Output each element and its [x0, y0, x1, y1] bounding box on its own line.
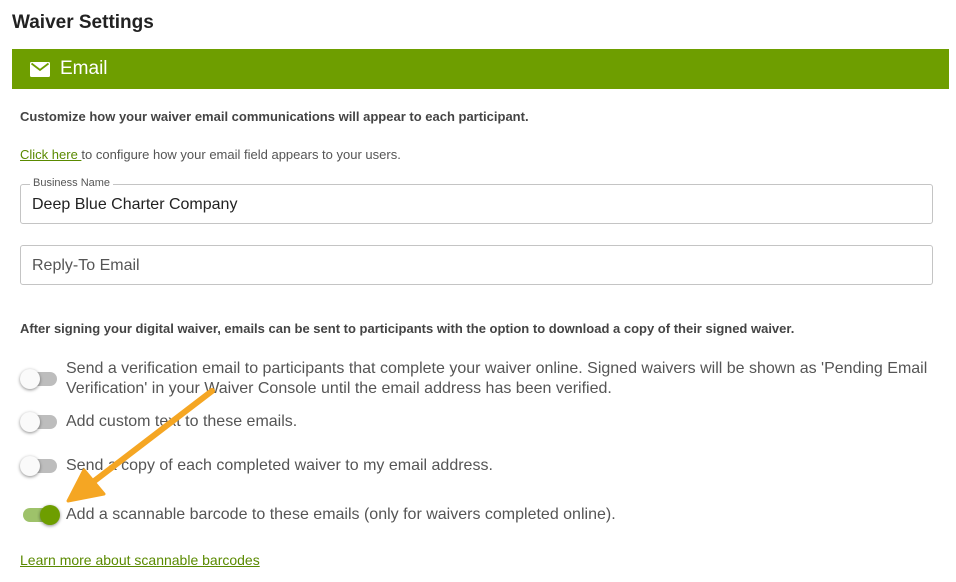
email-section-header: Email: [12, 49, 949, 89]
verification-email-toggle[interactable]: [20, 369, 60, 389]
config-link-line: Click here to configure how your email f…: [20, 147, 401, 162]
config-link-text: to configure how your email field appear…: [81, 147, 401, 162]
business-name-field[interactable]: Business Name Deep Blue Charter Company: [20, 177, 933, 224]
reply-to-email-placeholder[interactable]: Reply-To Email: [32, 257, 140, 275]
learn-more-barcodes-link[interactable]: Learn more about scannable barcodes: [20, 552, 260, 568]
barcode-toggle[interactable]: [20, 505, 60, 525]
reply-to-email-field[interactable]: Reply-To Email: [20, 245, 933, 285]
section-title: Email: [60, 58, 108, 79]
custom-text-label: Add custom text to these emails.: [66, 413, 298, 430]
business-name-label: Business Name: [30, 177, 114, 189]
send-copy-option: Send a copy of each completed waiver to …: [20, 456, 493, 476]
send-copy-toggle[interactable]: [20, 456, 60, 476]
barcode-label: Add a scannable barcode to these emails …: [66, 506, 616, 523]
send-copy-label: Send a copy of each completed waiver to …: [66, 457, 493, 474]
verification-email-option: Send a verification email to participant…: [20, 359, 940, 399]
envelope-icon: [30, 61, 50, 77]
verification-email-label: Send a verification email to participant…: [66, 360, 928, 397]
custom-text-option: Add custom text to these emails.: [20, 412, 297, 432]
click-here-link[interactable]: Click here: [20, 147, 81, 162]
barcode-option: Add a scannable barcode to these emails …: [20, 505, 616, 525]
business-name-value[interactable]: Deep Blue Charter Company: [32, 196, 237, 214]
page-title: Waiver Settings: [12, 12, 154, 33]
after-signing-text: After signing your digital waiver, email…: [20, 321, 795, 336]
custom-text-toggle[interactable]: [20, 412, 60, 432]
intro-text: Customize how your waiver email communic…: [20, 109, 529, 124]
